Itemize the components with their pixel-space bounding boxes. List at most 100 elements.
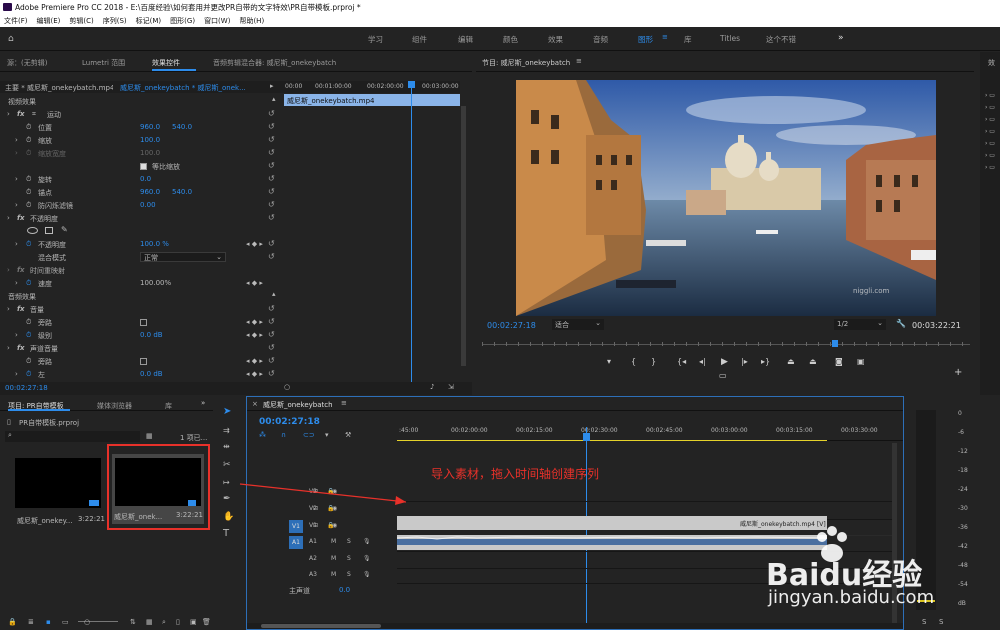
reset-icon[interactable]: ↺ bbox=[268, 330, 275, 339]
icon-view-icon[interactable]: ▪ bbox=[46, 618, 51, 626]
menu-item[interactable]: 窗口(W) bbox=[204, 17, 230, 25]
bypass-checkbox[interactable] bbox=[140, 318, 147, 326]
workspace-tab[interactable]: 效果 bbox=[548, 34, 563, 45]
project-thumb[interactable] bbox=[15, 458, 101, 508]
play-icon[interactable]: ▶ bbox=[721, 357, 728, 367]
more-workspaces-icon[interactable]: » bbox=[838, 33, 844, 43]
expand-icon[interactable]: › bbox=[15, 370, 18, 378]
trash-icon[interactable]: 🗑 bbox=[202, 618, 211, 626]
solo-icon[interactable]: S bbox=[347, 571, 351, 578]
reset-icon[interactable]: ↺ bbox=[268, 369, 275, 378]
menu-item[interactable]: 帮助(H) bbox=[239, 17, 264, 25]
mic-icon[interactable]: 🎙 bbox=[363, 555, 371, 562]
lift-icon[interactable]: ⏏ bbox=[787, 357, 795, 366]
insert-sequence-icon[interactable]: ⁂ bbox=[259, 431, 266, 439]
tab-effect-controls[interactable]: 效果控件 bbox=[152, 58, 180, 68]
tab-libraries[interactable]: 库 bbox=[165, 401, 172, 411]
rotation-value[interactable]: 0.0 bbox=[140, 175, 151, 183]
reset-icon[interactable]: ↺ bbox=[268, 161, 275, 170]
track-label[interactable]: A2 bbox=[307, 555, 319, 566]
speed-value[interactable]: 100.00% bbox=[140, 279, 171, 287]
fx-icon[interactable]: fx bbox=[17, 305, 25, 313]
pen-tool-icon[interactable]: ✒ bbox=[223, 494, 231, 504]
step-forward-icon[interactable]: |▸ bbox=[741, 357, 748, 366]
reset-icon[interactable]: ↺ bbox=[268, 239, 275, 248]
export-frame-icon[interactable]: ◙ bbox=[835, 357, 843, 366]
add-marker-icon[interactable]: ▾ bbox=[325, 431, 329, 439]
project-item-name[interactable]: 威尼斯_onek... bbox=[114, 512, 170, 522]
stopwatch-icon[interactable]: ⏱ bbox=[26, 240, 31, 249]
export-icon[interactable]: ⇲ bbox=[448, 383, 454, 391]
fx-icon[interactable]: fx bbox=[17, 214, 25, 222]
expand-icon[interactable]: › bbox=[15, 175, 18, 183]
track-select-tool-icon[interactable]: ⇉ bbox=[223, 426, 230, 435]
bypass2-checkbox[interactable] bbox=[140, 357, 147, 365]
uniform-scale-checkbox[interactable] bbox=[140, 162, 147, 170]
stopwatch-icon[interactable]: ⏱ bbox=[26, 331, 31, 340]
expand-icon[interactable]: › bbox=[15, 136, 18, 144]
reset-icon[interactable]: ↺ bbox=[268, 317, 275, 326]
solo-icon[interactable]: S bbox=[347, 555, 351, 562]
fit-select[interactable]: 适合 ⌄ bbox=[552, 319, 604, 330]
scroll-up-icon[interactable]: ▴ bbox=[272, 95, 276, 103]
level-value[interactable]: 0.0 dB bbox=[140, 331, 163, 339]
workspace-tab[interactable]: 颜色 bbox=[503, 34, 518, 45]
workspace-tab[interactable]: 库 bbox=[684, 34, 692, 45]
project-thumb-selected[interactable]: 威尼斯_onek... 3:22:21 bbox=[112, 454, 204, 524]
timeline-title[interactable]: 威尼斯_onekeybatch bbox=[263, 400, 333, 410]
stopwatch-icon[interactable]: ⏱ bbox=[26, 370, 31, 379]
find-icon[interactable]: ⌕ bbox=[162, 618, 166, 627]
reset-icon[interactable]: ↺ bbox=[268, 148, 275, 157]
stopwatch-icon[interactable]: ⏱ bbox=[26, 175, 31, 184]
reset-icon[interactable]: ↺ bbox=[268, 187, 275, 196]
panel-menu-icon[interactable]: ≡ bbox=[576, 57, 582, 65]
scrubber-playhead[interactable] bbox=[832, 340, 838, 347]
master-track-value[interactable]: 0.0 bbox=[339, 586, 350, 594]
tab-media-browser[interactable]: 媒体浏览器 bbox=[97, 401, 132, 411]
workspace-tab[interactable]: 这个不错 bbox=[766, 34, 796, 45]
go-to-out-icon[interactable]: ▸} bbox=[761, 357, 770, 366]
menu-item[interactable]: 文件(F) bbox=[4, 17, 28, 25]
effect-timecode[interactable]: 00:02:27:18 bbox=[5, 384, 48, 392]
stopwatch-icon[interactable]: ⏱ bbox=[26, 201, 31, 210]
right-panel-tab[interactable]: 效 bbox=[988, 58, 995, 68]
expand-icon[interactable]: › bbox=[7, 305, 10, 313]
zoom-out-icon[interactable]: ○ bbox=[284, 383, 290, 391]
workspace-tab[interactable]: 学习 bbox=[368, 34, 383, 45]
opacity-value[interactable]: 100.0 % bbox=[140, 240, 169, 248]
playhead-handle[interactable] bbox=[408, 81, 415, 88]
stopwatch-icon[interactable]: ⏱ bbox=[26, 123, 31, 132]
menu-item[interactable]: 剪辑(C) bbox=[69, 17, 93, 25]
project-search-input[interactable]: ⌕ bbox=[5, 431, 140, 442]
timeline-playhead-handle[interactable] bbox=[583, 433, 590, 441]
workspace-tab[interactable]: 图形 bbox=[638, 34, 653, 45]
track-label[interactable]: A3 bbox=[307, 571, 319, 582]
menu-item[interactable]: 图形(G) bbox=[170, 17, 195, 25]
stopwatch-icon[interactable]: ⏱ bbox=[26, 188, 31, 197]
tab-audio-mixer[interactable]: 音频剪辑混合器: 威尼斯_onekeybatch bbox=[213, 58, 336, 68]
reset-icon[interactable]: ↺ bbox=[268, 122, 275, 131]
solo-button[interactable]: S bbox=[939, 618, 943, 626]
menu-item[interactable]: 编辑(E) bbox=[37, 17, 61, 25]
tab-lumetri[interactable]: Lumetri 范围 bbox=[82, 58, 125, 68]
tab-source[interactable]: 源：(无剪辑) bbox=[7, 58, 47, 68]
keyframe-nav-icon[interactable]: ◂ ◆ ▸ bbox=[246, 370, 263, 382]
program-timecode[interactable]: 00:02:27:18 bbox=[487, 321, 536, 330]
sort-icon[interactable]: ⇅ bbox=[130, 618, 136, 626]
work-area-bar[interactable] bbox=[397, 440, 827, 441]
fx-icon[interactable]: fx bbox=[17, 110, 25, 118]
audio-only-icon[interactable]: ♪ bbox=[430, 383, 434, 391]
reset-icon[interactable]: ↺ bbox=[268, 135, 275, 144]
expand-icon[interactable]: › bbox=[15, 331, 18, 339]
blend-mode-select[interactable]: 正常 ⌄ bbox=[140, 252, 226, 262]
menu-item[interactable]: 序列(S) bbox=[103, 17, 127, 25]
wrench-icon[interactable]: 🔧 bbox=[896, 319, 906, 328]
program-scrubber[interactable] bbox=[482, 340, 970, 348]
ellipse-mask-icon[interactable] bbox=[27, 227, 38, 234]
step-back-icon[interactable]: ◂| bbox=[699, 357, 706, 366]
scroll-thumb[interactable] bbox=[261, 624, 381, 628]
razor-tool-icon[interactable]: ✂ bbox=[223, 460, 231, 470]
stopwatch-icon[interactable]: ⏱ bbox=[26, 279, 31, 288]
freeform-view-icon[interactable]: ▭ bbox=[62, 618, 69, 626]
reset-icon[interactable]: ↺ bbox=[268, 252, 275, 261]
